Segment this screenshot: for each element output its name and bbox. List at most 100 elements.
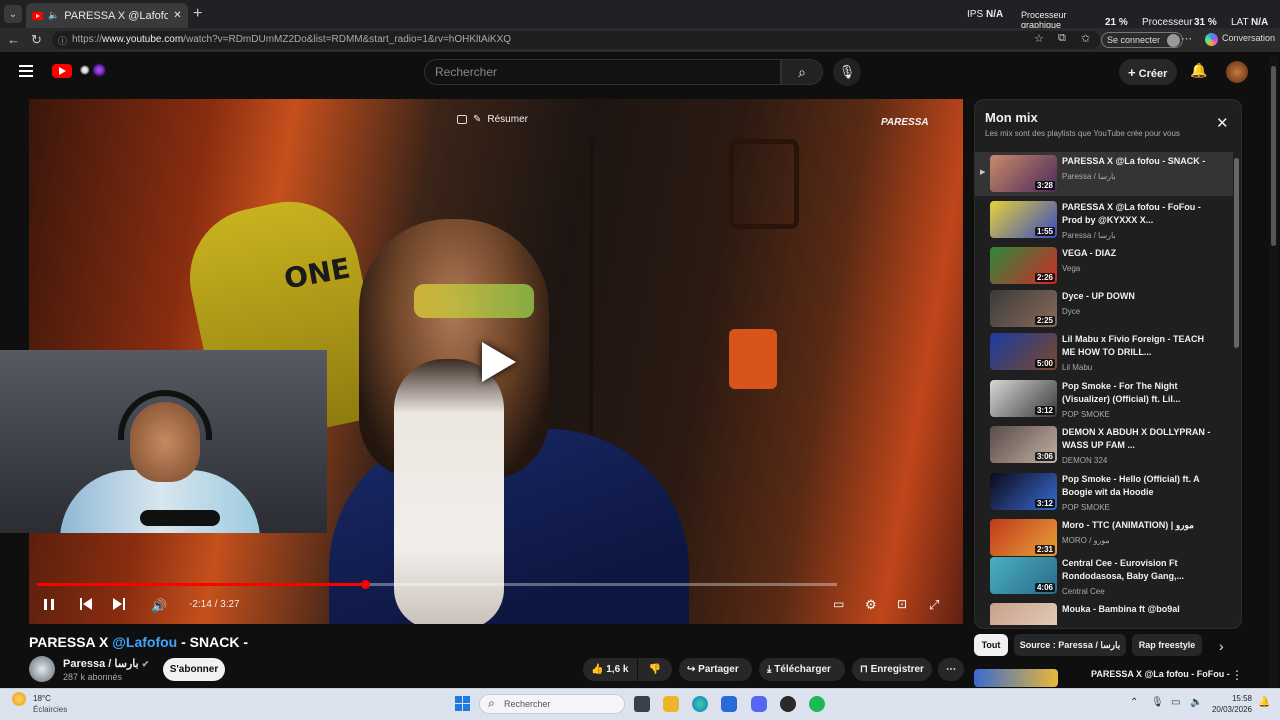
- channel-avatar[interactable]: [29, 656, 55, 682]
- previous-icon[interactable]: [80, 598, 94, 610]
- playlist-item-title[interactable]: VEGA - DIAZ: [1062, 247, 1212, 260]
- microphone-tray-icon[interactable]: 🎙: [1151, 697, 1164, 708]
- playlist-item[interactable]: ▶ 3:28 PARESSA X @La fofou - SNACK - Paress…: [975, 152, 1233, 196]
- tab-close-icon[interactable]: ✕: [173, 10, 181, 21]
- recommendation-more-icon[interactable]: ⋮: [1231, 668, 1243, 682]
- favorite-star-icon[interactable]: ☆: [1034, 32, 1044, 45]
- chip-rap-freestyle[interactable]: Rap freestyle: [1132, 634, 1202, 656]
- playlist-item[interactable]: 2:26 VEGA - DIAZ Vega: [975, 244, 1233, 288]
- edge-browser-icon[interactable]: [692, 696, 708, 712]
- create-button[interactable]: + Créer: [1119, 59, 1177, 85]
- close-icon[interactable]: ✕: [1216, 114, 1229, 132]
- favorites-list-icon[interactable]: ✩: [1081, 32, 1090, 45]
- playlist-item-title[interactable]: DEMON X ABDUH X DOLLYPRAN - WASS UP FAM …: [1062, 426, 1212, 452]
- notifications-bell-icon[interactable]: 🔔: [1190, 62, 1207, 79]
- playlist-item[interactable]: 3:12 Pop Smoke - Hello (Official) ft. A B…: [975, 470, 1233, 514]
- more-actions-icon[interactable]: ⋯: [938, 658, 964, 681]
- clock-time[interactable]: 15:58: [1228, 694, 1252, 703]
- youtube-logo-icon[interactable]: [52, 64, 72, 78]
- playlist-item-title[interactable]: Mouka - Bambina ft @bo9al: [1062, 603, 1212, 616]
- tab-list-dropdown[interactable]: ⌄: [4, 5, 22, 23]
- playlist-item-thumbnail[interactable]: 4:06: [990, 557, 1057, 594]
- playlist-item-title[interactable]: Dyce - UP DOWN: [1062, 290, 1212, 303]
- taskbar-search-input[interactable]: Rechercher: [479, 694, 625, 714]
- weather-temperature[interactable]: 18°C: [33, 694, 51, 703]
- channel-watermark[interactable]: PARESSA: [881, 117, 929, 128]
- site-info-icon[interactable]: ⓘ: [58, 34, 67, 47]
- share-button[interactable]: ↪ Partager: [679, 658, 752, 681]
- like-button[interactable]: 👍 1,6 k: [583, 658, 637, 681]
- chip-all[interactable]: Tout: [974, 634, 1008, 656]
- back-icon[interactable]: ←: [7, 32, 20, 47]
- search-icon[interactable]: ⌕: [781, 59, 823, 85]
- url-bar[interactable]: https://www.youtube.com/watch?v=RDmDUmMZ…: [52, 31, 1100, 49]
- playlist-item-thumbnail[interactable]: 3:06: [990, 426, 1057, 463]
- playlist-item-title[interactable]: Lil Mabu x Fivio Foreign - TEACH ME HOW …: [1062, 333, 1212, 359]
- task-view-icon[interactable]: [634, 696, 650, 712]
- sign-in-button[interactable]: Se connecter: [1101, 32, 1184, 48]
- weather-description[interactable]: Éclaircies: [33, 705, 67, 714]
- page-scrollbar-thumb[interactable]: [1271, 66, 1276, 246]
- playlist-item-thumbnail[interactable]: 2:25: [990, 290, 1057, 327]
- browser-tab[interactable]: 🔈 PARESSA X @Lafofou - SNAC ✕: [26, 3, 188, 28]
- tray-overflow-icon[interactable]: ⌃: [1130, 697, 1138, 708]
- playlist-scrollbar[interactable]: [1234, 152, 1239, 622]
- channel-name[interactable]: Paressa / بارسا ✔: [63, 657, 149, 670]
- app-icon[interactable]: [780, 696, 796, 712]
- playlist-item-thumbnail[interactable]: 2:26: [990, 247, 1057, 284]
- new-tab-button[interactable]: +: [193, 5, 202, 23]
- menu-hamburger-icon[interactable]: [19, 65, 33, 77]
- playlist-item-thumbnail[interactable]: [990, 603, 1057, 625]
- user-avatar[interactable]: [1226, 61, 1248, 83]
- download-button[interactable]: ⤓ Télécharger: [759, 658, 845, 681]
- playlist-item[interactable]: Mouka - Bambina ft @bo9al: [975, 600, 1233, 625]
- resume-button[interactable]: ✎ Résumer: [457, 114, 528, 125]
- playlist-item[interactable]: 5:00 Lil Mabu x Fivio Foreign - TEACH ME …: [975, 330, 1233, 374]
- search-input[interactable]: Rechercher: [424, 59, 781, 85]
- channel-name-text[interactable]: Paressa / بارسا: [63, 658, 139, 670]
- recommendation-thumbnail[interactable]: [974, 669, 1058, 687]
- playlist-item-thumbnail[interactable]: 3:12: [990, 473, 1057, 510]
- subscribe-button[interactable]: S'abonner: [163, 658, 225, 681]
- playlist-item-thumbnail[interactable]: 5:00: [990, 333, 1057, 370]
- clock-date[interactable]: 20/03/2026: [1206, 705, 1252, 714]
- extensions-icon[interactable]: ⧉: [1058, 32, 1066, 45]
- theater-mode-icon[interactable]: ⊡: [897, 597, 907, 611]
- microphone-icon[interactable]: 🎙: [833, 58, 861, 86]
- windows-start-icon[interactable]: [455, 696, 470, 711]
- more-menu-icon[interactable]: ⋯: [1181, 32, 1192, 45]
- next-icon[interactable]: [113, 598, 127, 610]
- discord-icon[interactable]: [751, 696, 767, 712]
- playlist-item-title[interactable]: PARESSA X @La fofou - SNACK -: [1062, 155, 1212, 168]
- mention-link[interactable]: @Lafofou: [112, 634, 177, 650]
- spotify-icon[interactable]: [809, 696, 825, 712]
- progress-scrubber-handle[interactable]: [361, 580, 370, 589]
- playlist-item-title[interactable]: PARESSA X @La fofou - FoFou - Prod by @K…: [1062, 201, 1212, 227]
- youtube-doodle-logo[interactable]: [74, 61, 110, 79]
- chevron-right-icon[interactable]: ›: [1219, 638, 1224, 654]
- playlist-item-thumbnail[interactable]: 1:55: [990, 201, 1057, 238]
- speaker-icon[interactable]: 🔈: [48, 10, 59, 21]
- playlist-item-title[interactable]: Pop Smoke - For The Night (Visualizer) (…: [1062, 380, 1212, 406]
- playlist-item[interactable]: 3:06 DEMON X ABDUH X DOLLYPRAN - WASS UP …: [975, 423, 1233, 467]
- play-overlay-icon[interactable]: [482, 342, 516, 382]
- playlist-item[interactable]: 4:06 Central Cee - Eurovision Ft Rondodas…: [975, 554, 1233, 598]
- save-button[interactable]: ⊓ Enregistrer: [852, 658, 932, 681]
- page-scrollbar[interactable]: [1269, 56, 1278, 688]
- network-icon[interactable]: ▭: [1171, 697, 1180, 708]
- playlist-item-thumbnail[interactable]: 3:28: [990, 155, 1057, 192]
- chip-source[interactable]: Source : Paressa / بارسا: [1014, 634, 1126, 656]
- copilot-conversation-button[interactable]: Conversation: [1205, 33, 1275, 46]
- dislike-button[interactable]: 👎: [638, 658, 672, 681]
- playlist-item-title[interactable]: Central Cee - Eurovision Ft Rondodasosa,…: [1062, 557, 1212, 583]
- playlist-scrollbar-thumb[interactable]: [1234, 158, 1239, 348]
- playlist-item-title[interactable]: Pop Smoke - Hello (Official) ft. A Boogi…: [1062, 473, 1212, 499]
- volume-icon[interactable]: 🔊: [151, 598, 167, 614]
- playlist-item-title[interactable]: Moro - TTC (ANIMATION) | مورو: [1062, 519, 1212, 532]
- file-explorer-icon[interactable]: [663, 696, 679, 712]
- pip-icon[interactable]: [457, 115, 467, 124]
- playlist-item-thumbnail[interactable]: 2:31: [990, 519, 1057, 556]
- notification-center-icon[interactable]: 🔔: [1258, 697, 1270, 708]
- subtitles-icon[interactable]: ▭: [833, 597, 844, 611]
- playlist-item[interactable]: 1:55 PARESSA X @La fofou - FoFou - Prod b…: [975, 198, 1233, 242]
